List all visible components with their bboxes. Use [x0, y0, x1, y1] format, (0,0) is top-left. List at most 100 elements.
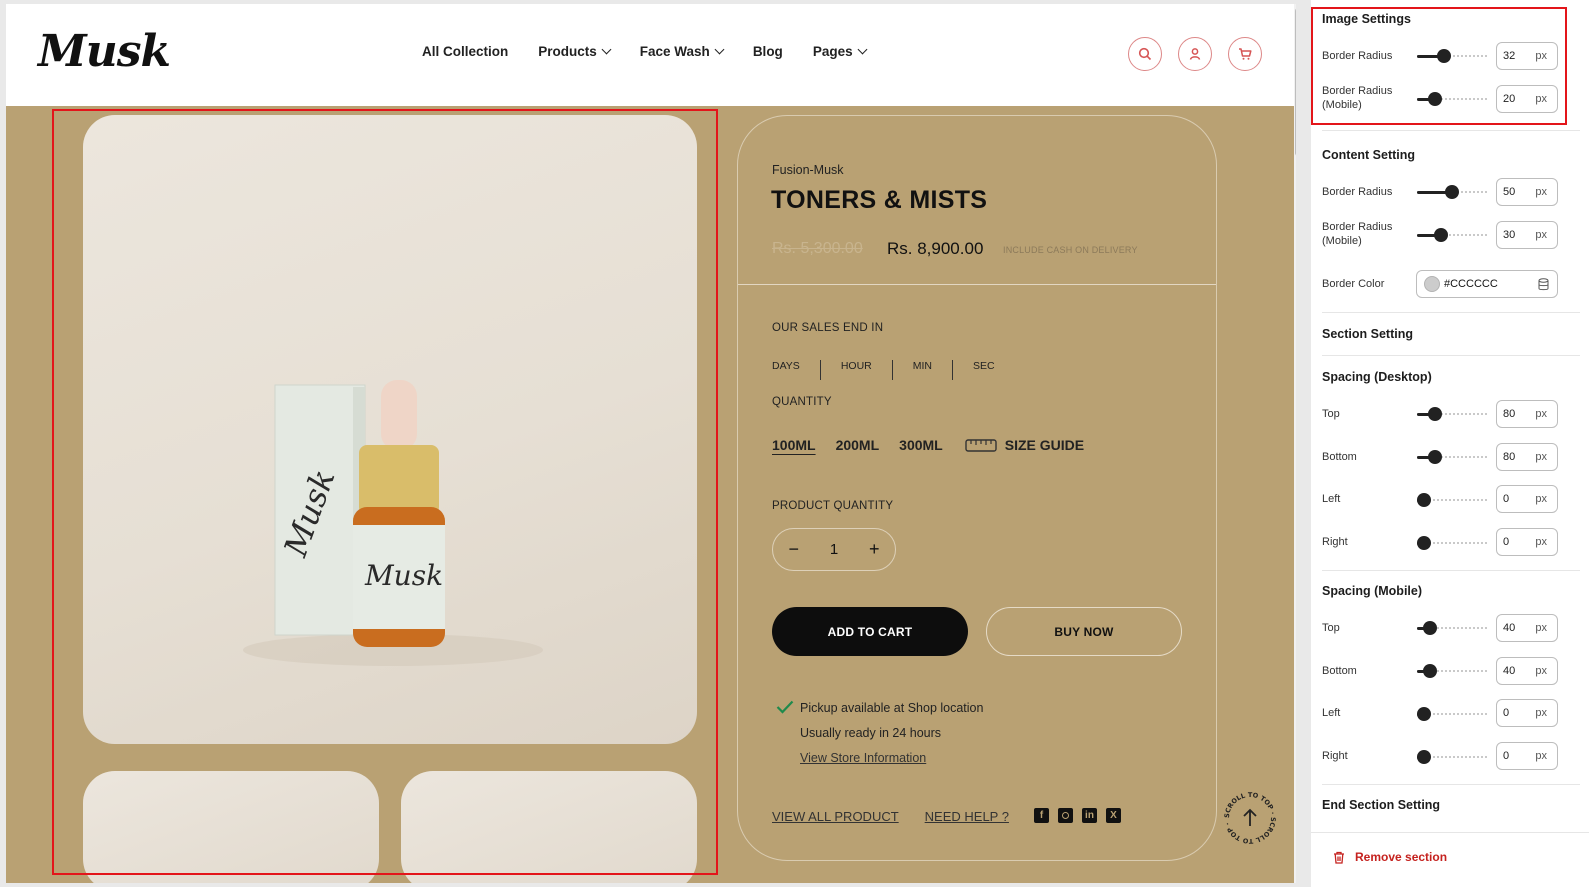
nav-item-face-wash[interactable]: Face Wash: [640, 44, 725, 59]
product-info-card: Fusion-Musk TONERS & MISTS Rs. 5,300.00 …: [737, 115, 1217, 861]
content-border-radius-mobile-label: Border Radius (Mobile): [1322, 221, 1393, 247]
timer-hours: HOUR: [819, 360, 892, 380]
price-note: INCLUDE CASH ON DELIVERY: [1003, 245, 1138, 255]
image-settings-title: Image Settings: [1322, 12, 1411, 26]
panel-footer: Remove section: [1311, 832, 1589, 887]
divider: [738, 284, 1216, 285]
spacing-mobile-top-input[interactable]: 40 px: [1496, 614, 1558, 642]
spacing-mobile-left-slider[interactable]: [1417, 707, 1487, 721]
spacing-desktop-right-label: Right: [1322, 536, 1348, 548]
image-border-radius-mobile-slider[interactable]: [1417, 92, 1487, 106]
quantity-input[interactable]: 1: [830, 541, 838, 558]
chevron-down-icon: [857, 44, 868, 55]
variant-option-300ml[interactable]: 300ML: [899, 437, 943, 453]
spacing-desktop-left-slider[interactable]: [1417, 493, 1487, 507]
quantity-increase-button[interactable]: +: [869, 539, 880, 560]
divider: [1322, 355, 1580, 356]
nav-item-pages[interactable]: Pages: [813, 44, 868, 59]
variant-picker: 100ML 200ML 300ML SIZE GUIDE: [772, 437, 1084, 453]
content-border-radius-mobile-slider[interactable]: [1417, 228, 1487, 242]
instagram-icon[interactable]: [1058, 808, 1073, 823]
remove-section-button[interactable]: Remove section: [1333, 850, 1447, 864]
content-border-radius-mobile-input[interactable]: 30 px: [1496, 221, 1558, 249]
settings-panel: Image Settings Border Radius 32 px Border…: [1311, 0, 1589, 887]
spacing-mobile-right-slider[interactable]: [1417, 750, 1487, 764]
size-guide-link[interactable]: SIZE GUIDE: [965, 437, 1084, 453]
spacing-desktop-top-label: Top: [1322, 408, 1340, 420]
pickup-info: Pickup available at Shop location Usuall…: [800, 696, 983, 771]
border-color-value[interactable]: #CCCCCC: [1444, 278, 1498, 290]
product-title: TONERS & MISTS: [771, 186, 988, 214]
ruler-icon: [965, 439, 997, 452]
store-header: Musk All Collection Products Face Wash B…: [6, 4, 1296, 106]
variant-option-100ml[interactable]: 100ML: [772, 437, 816, 453]
spacing-mobile-bottom-input[interactable]: 40 px: [1496, 657, 1558, 685]
spacing-desktop-right-slider[interactable]: [1417, 536, 1487, 550]
spacing-desktop-title: Spacing (Desktop): [1322, 370, 1432, 384]
spacing-mobile-left-input[interactable]: 0 px: [1496, 699, 1558, 727]
timer-seconds: SEC: [952, 360, 1015, 380]
spacing-mobile-top-label: Top: [1322, 622, 1340, 634]
facebook-icon[interactable]: f: [1034, 808, 1049, 823]
user-icon: [1189, 48, 1201, 60]
variant-option-200ml[interactable]: 200ML: [836, 437, 880, 453]
border-color-picker[interactable]: #CCCCCC: [1416, 270, 1558, 298]
section-setting-title: Section Setting: [1322, 327, 1413, 341]
spacing-mobile-right-input[interactable]: 0 px: [1496, 742, 1558, 770]
spacing-desktop-top-input[interactable]: 80 px: [1496, 400, 1558, 428]
spacing-desktop-bottom-input[interactable]: 80 px: [1496, 443, 1558, 471]
divider: [1322, 130, 1580, 131]
timer-days: DAYS: [772, 360, 800, 372]
spacing-desktop-bottom-label: Bottom: [1322, 451, 1357, 463]
social-links: f in X: [1034, 808, 1121, 823]
preview-scrollbar[interactable]: [1294, 4, 1296, 883]
compare-price: Rs. 5,300.00: [772, 240, 863, 257]
scroll-to-top-button[interactable]: SCROLL TO TOP · SCROLL TO TOP ·: [1222, 790, 1278, 846]
linkedin-icon[interactable]: in: [1082, 808, 1097, 823]
need-help-link[interactable]: NEED HELP ?: [925, 809, 1009, 824]
color-swatch[interactable]: [1424, 276, 1440, 292]
content-setting-title: Content Setting: [1322, 148, 1416, 162]
quantity-stepper: − 1 +: [772, 528, 896, 571]
x-icon[interactable]: X: [1106, 808, 1121, 823]
trash-icon: [1334, 851, 1344, 864]
footer-links: VIEW ALL PRODUCT NEED HELP ?: [772, 809, 1009, 824]
search-icon: [1138, 47, 1152, 61]
spacing-desktop-right-input[interactable]: 0 px: [1496, 528, 1558, 556]
spacing-desktop-top-slider[interactable]: [1417, 407, 1487, 421]
end-section-title: End Section Setting: [1322, 798, 1441, 812]
product-quantity-label: PRODUCT QUANTITY: [772, 500, 894, 512]
buy-now-button[interactable]: BUY NOW: [986, 607, 1182, 656]
store-info-link[interactable]: View Store Information: [800, 746, 983, 771]
chevron-down-icon: [601, 44, 612, 55]
cart-icon: [1239, 48, 1252, 60]
image-border-radius-input[interactable]: 32 px: [1496, 42, 1558, 70]
divider: [1322, 570, 1580, 571]
nav-item-products[interactable]: Products: [538, 44, 612, 59]
image-border-radius-slider[interactable]: [1417, 49, 1487, 63]
spacing-desktop-left-label: Left: [1322, 493, 1341, 505]
add-to-cart-button[interactable]: ADD TO CART: [772, 607, 968, 656]
border-color-label: Border Color: [1322, 278, 1385, 290]
content-border-radius-slider[interactable]: [1417, 185, 1487, 199]
nav-item-all-collection[interactable]: All Collection: [422, 44, 508, 59]
nav-item-blog[interactable]: Blog: [753, 44, 783, 59]
search-button[interactable]: [1128, 37, 1162, 71]
database-icon[interactable]: [1538, 278, 1549, 291]
image-border-radius-mobile-input[interactable]: 20 px: [1496, 85, 1558, 113]
cart-button[interactable]: [1228, 37, 1262, 71]
content-border-radius-input[interactable]: 50 px: [1496, 178, 1558, 206]
spacing-desktop-bottom-slider[interactable]: [1417, 450, 1487, 464]
spacing-mobile-bottom-slider[interactable]: [1417, 664, 1487, 678]
view-all-product-link[interactable]: VIEW ALL PRODUCT: [772, 809, 899, 824]
product-vendor: Fusion-Musk: [772, 163, 844, 177]
divider: [1322, 312, 1580, 313]
account-button[interactable]: [1178, 37, 1212, 71]
spacing-mobile-title: Spacing (Mobile): [1322, 584, 1422, 598]
quantity-decrease-button[interactable]: −: [788, 539, 799, 560]
sales-end-label: OUR SALES END IN: [772, 322, 884, 334]
store-logo[interactable]: Musk: [38, 26, 171, 77]
pickup-availability: Pickup available at Shop location: [800, 701, 984, 715]
spacing-desktop-left-input[interactable]: 0 px: [1496, 485, 1558, 513]
spacing-mobile-top-slider[interactable]: [1417, 621, 1487, 635]
